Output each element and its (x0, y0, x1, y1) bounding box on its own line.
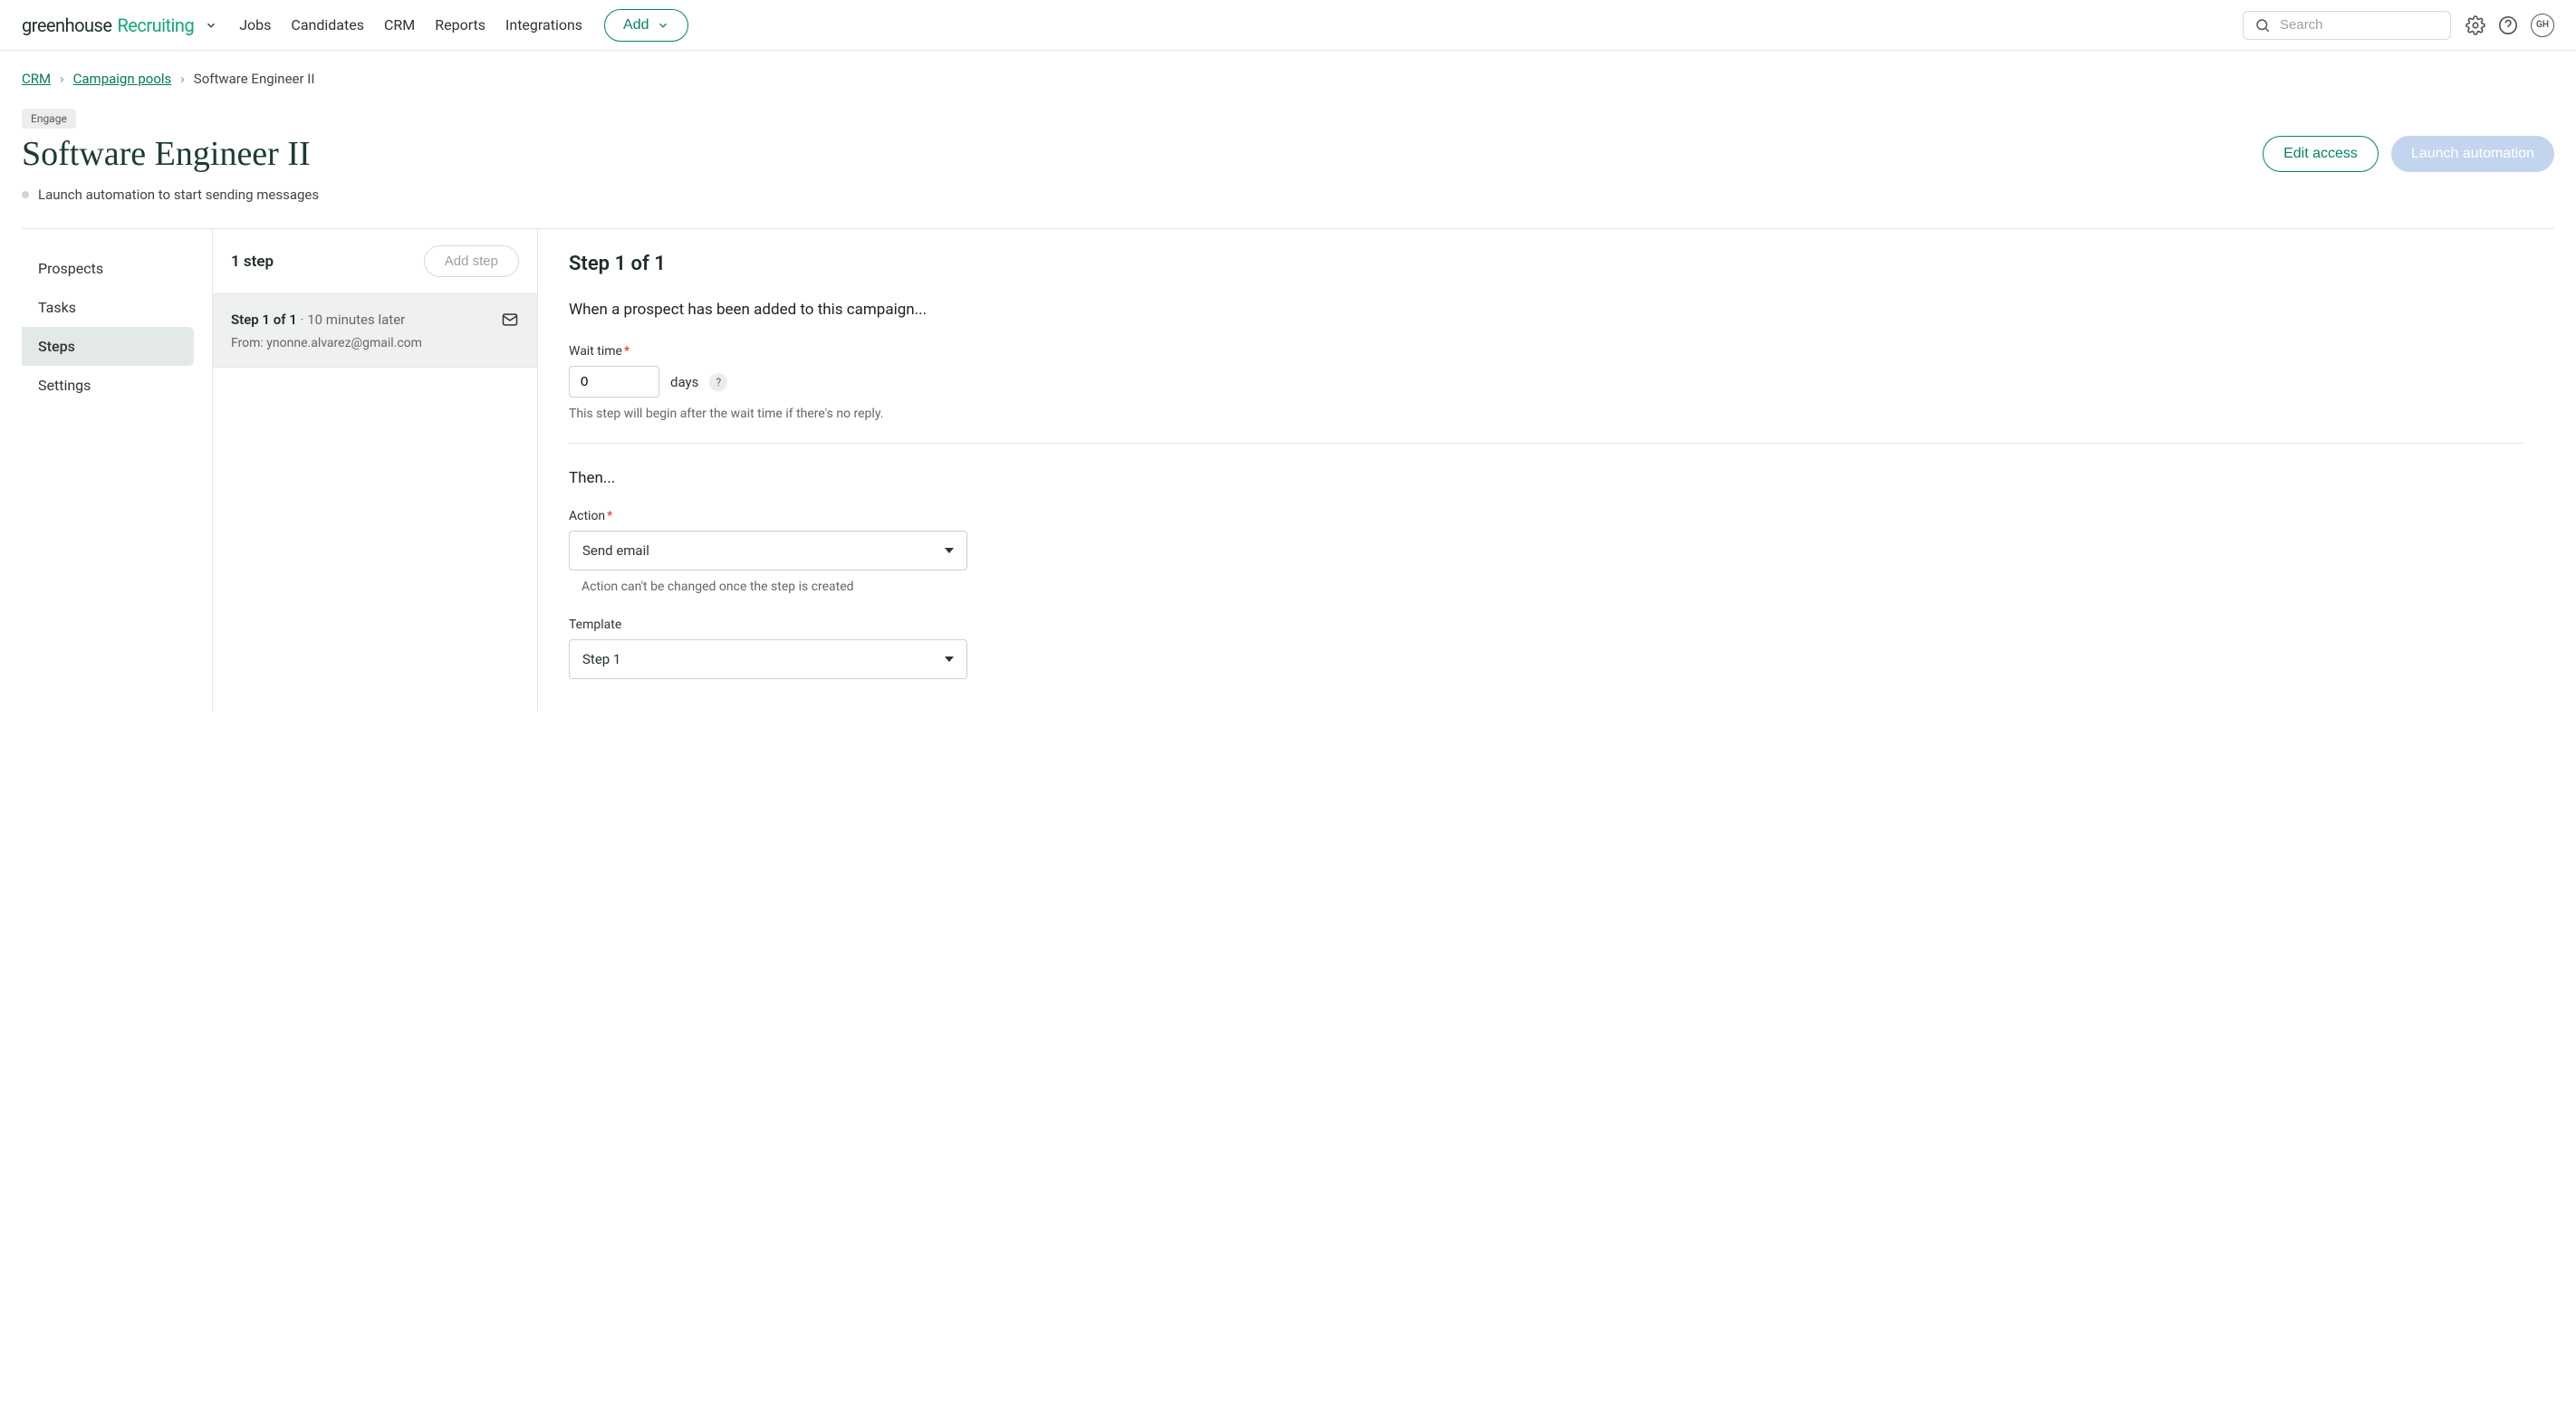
logo-word-recruiting: Recruiting (117, 14, 194, 36)
top-nav: greenhouse Recruiting Jobs Candidates CR… (0, 0, 2576, 51)
add-button-label: Add (623, 17, 649, 34)
sidenav-item-settings[interactable]: Settings (22, 366, 194, 405)
help-icon[interactable] (2498, 15, 2518, 35)
nav-link-reports[interactable]: Reports (435, 16, 485, 34)
breadcrumb-link-crm[interactable]: CRM (22, 71, 51, 87)
wait-time-input[interactable] (569, 366, 659, 398)
status-text: Launch automation to start sending messa… (38, 187, 319, 203)
nav-link-jobs[interactable]: Jobs (239, 16, 271, 34)
template-select[interactable]: Step 1 (569, 639, 967, 679)
search-icon (2254, 17, 2271, 34)
wait-time-help: This step will begin after the wait time… (569, 407, 2523, 421)
side-nav: Prospects Tasks Steps Settings (22, 229, 212, 712)
status-dot-icon (22, 191, 29, 198)
caret-down-icon (945, 657, 954, 662)
sidenav-item-tasks[interactable]: Tasks (22, 288, 194, 327)
search-box[interactable] (2243, 11, 2451, 40)
search-input[interactable] (2280, 17, 2439, 33)
then-heading: Then... (569, 469, 2523, 487)
mail-icon (501, 311, 519, 329)
add-button[interactable]: Add (604, 9, 687, 42)
divider (569, 443, 2523, 444)
caret-down-icon (945, 548, 954, 553)
chevron-right-icon: › (60, 71, 64, 87)
step-list-header: 1 step Add step (213, 229, 537, 294)
action-select[interactable]: Send email (569, 531, 967, 570)
product-switcher[interactable]: greenhouse Recruiting (22, 14, 217, 36)
avatar[interactable]: GH (2531, 14, 2554, 37)
top-icons: GH (2465, 14, 2554, 37)
chevron-right-icon: › (180, 71, 185, 87)
template-select-value: Step 1 (582, 651, 620, 667)
engage-badge: Engage (22, 109, 76, 129)
logo-word-greenhouse: greenhouse (22, 14, 111, 36)
step-count-label: 1 step (231, 253, 274, 271)
chevron-down-icon (657, 19, 669, 32)
sidenav-item-steps[interactable]: Steps (22, 327, 194, 366)
page-header: CRM › Campaign pools › Software Engineer… (0, 51, 2576, 712)
detail-intro: When a prospect has been added to this c… (569, 301, 2523, 319)
breadcrumb-current: Software Engineer II (194, 71, 315, 87)
step-card-title: Step 1 of 1 · 10 minutes later (231, 312, 405, 328)
action-help: Action can't be changed once the step is… (582, 580, 2523, 594)
nav-links: Jobs Candidates CRM Reports Integrations (239, 16, 582, 34)
sidenav-item-prospects[interactable]: Prospects (22, 249, 194, 288)
wait-time-label: Wait time* (569, 344, 2523, 359)
add-step-button[interactable]: Add step (424, 245, 519, 277)
breadcrumb: CRM › Campaign pools › Software Engineer… (22, 71, 2554, 87)
breadcrumb-link-pools[interactable]: Campaign pools (73, 71, 172, 87)
detail-heading: Step 1 of 1 (569, 253, 2523, 275)
template-label: Template (569, 618, 2523, 632)
chevron-down-icon (205, 19, 217, 32)
launch-automation-button[interactable]: Launch automation (2391, 136, 2554, 172)
page-title: Software Engineer II (22, 134, 311, 174)
edit-access-button[interactable]: Edit access (2263, 136, 2379, 172)
avatar-initials: GH (2536, 20, 2549, 30)
step-detail-panel: Step 1 of 1 When a prospect has been add… (538, 229, 2554, 712)
gear-icon[interactable] (2465, 15, 2485, 35)
nav-link-integrations[interactable]: Integrations (505, 16, 582, 34)
status-line: Launch automation to start sending messa… (22, 187, 2554, 203)
nav-link-crm[interactable]: CRM (384, 16, 415, 34)
wait-time-row: days ? (569, 366, 2523, 398)
title-actions: Edit access Launch automation (2263, 136, 2554, 172)
nav-link-candidates[interactable]: Candidates (291, 16, 364, 34)
action-label: Action* (569, 509, 2523, 523)
days-label: days (670, 374, 698, 390)
action-select-value: Send email (582, 542, 649, 559)
step-list-panel: 1 step Add step Step 1 of 1 · 10 minutes… (212, 229, 538, 712)
body-columns: Prospects Tasks Steps Settings 1 step Ad… (22, 228, 2554, 712)
help-tooltip-icon[interactable]: ? (709, 373, 727, 391)
step-card[interactable]: Step 1 of 1 · 10 minutes later From: yno… (213, 294, 537, 368)
step-card-from: From: ynonne.alvarez@gmail.com (231, 336, 519, 350)
